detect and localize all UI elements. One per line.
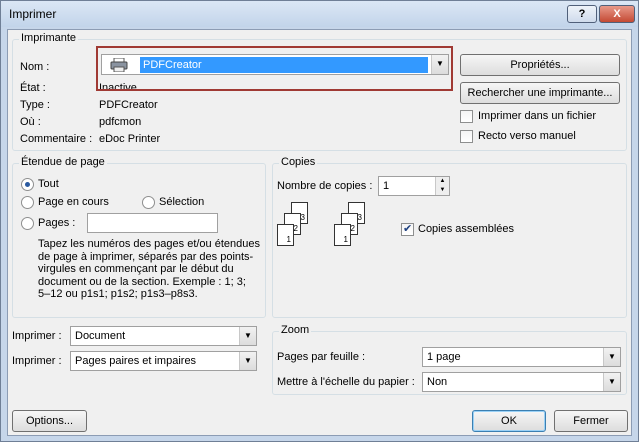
spin-down-icon[interactable]: ▼ bbox=[435, 186, 449, 195]
collate-checkbox[interactable] bbox=[401, 222, 414, 236]
print-dialog: Imprimer ? X Imprimante Nom : État : Ina… bbox=[0, 0, 639, 442]
print-pages-select[interactable]: Pages paires et impaires ▼ bbox=[70, 351, 257, 371]
pages-input[interactable] bbox=[87, 213, 218, 233]
window-title: Imprimer bbox=[9, 7, 57, 21]
printer-where-label: Où : bbox=[20, 116, 41, 128]
range-pages-label: Pages : bbox=[38, 217, 76, 229]
printer-group-label: Imprimante bbox=[19, 32, 79, 44]
page-range-hint: Tapez les numéros des pages et/ou étendu… bbox=[38, 238, 260, 300]
copies-count-label: Nombre de copies : bbox=[277, 180, 373, 192]
print-to-file-label: Imprimer dans un fichier bbox=[478, 110, 596, 122]
chevron-down-icon[interactable]: ▼ bbox=[603, 373, 620, 391]
page-range-group-label: Étendue de page bbox=[19, 156, 107, 168]
print-what-label: Imprimer : bbox=[12, 330, 62, 342]
close-button[interactable]: Fermer bbox=[554, 410, 628, 432]
copies-group-label: Copies bbox=[279, 156, 318, 168]
pages-per-sheet-select[interactable]: 1 page ▼ bbox=[422, 347, 621, 367]
title-bar[interactable]: Imprimer ? X bbox=[1, 1, 638, 27]
printer-select[interactable]: PDFCreator ▼ bbox=[101, 54, 449, 75]
range-all-radio[interactable] bbox=[21, 178, 34, 191]
page-icon-1: 1 bbox=[277, 224, 294, 246]
printer-where-value: pdfcmon bbox=[99, 116, 142, 128]
pages-per-sheet-label: Pages par feuille : bbox=[277, 351, 366, 363]
scale-to-paper-select[interactable]: Non ▼ bbox=[422, 372, 621, 392]
print-to-file-checkbox[interactable] bbox=[460, 110, 473, 123]
options-button[interactable]: Options... bbox=[12, 410, 87, 432]
chevron-down-icon[interactable]: ▼ bbox=[239, 352, 256, 370]
print-what-select[interactable]: Document ▼ bbox=[70, 326, 257, 346]
range-selection-radio[interactable] bbox=[142, 196, 155, 209]
range-current-label: Page en cours bbox=[38, 196, 109, 208]
printer-status-label: État : bbox=[20, 82, 46, 94]
zoom-group-label: Zoom bbox=[279, 324, 312, 336]
print-what-value: Document bbox=[75, 330, 126, 342]
range-pages-radio[interactable] bbox=[21, 217, 34, 230]
manual-duplex-label: Recto verso manuel bbox=[478, 130, 576, 142]
printer-type-label: Type : bbox=[20, 99, 50, 111]
chevron-down-icon[interactable]: ▼ bbox=[603, 348, 620, 366]
dialog-body: Imprimante Nom : État : Inactive Type : … bbox=[7, 29, 632, 436]
printer-type-value: PDFCreator bbox=[99, 99, 158, 111]
spin-up-icon[interactable]: ▲ bbox=[435, 177, 449, 186]
pages-per-sheet-value: 1 page bbox=[427, 351, 461, 363]
copies-spinner[interactable]: 1 ▲ ▼ bbox=[378, 176, 450, 196]
ok-button[interactable]: OK bbox=[472, 410, 546, 432]
print-pages-label: Imprimer : bbox=[12, 355, 62, 367]
close-window-button[interactable]: X bbox=[599, 5, 635, 23]
chevron-down-icon[interactable]: ▼ bbox=[431, 55, 448, 74]
scale-to-paper-label: Mettre à l'échelle du papier : bbox=[277, 376, 415, 388]
printer-comment-value: eDoc Printer bbox=[99, 133, 161, 145]
range-all-label: Tout bbox=[38, 178, 59, 190]
chevron-down-icon[interactable]: ▼ bbox=[239, 327, 256, 345]
range-current-radio[interactable] bbox=[21, 196, 34, 209]
copies-count-value: 1 bbox=[383, 180, 390, 192]
properties-button[interactable]: Propriétés... bbox=[460, 54, 620, 76]
page-icon-1b: 1 bbox=[334, 224, 351, 246]
printer-icon bbox=[110, 57, 128, 73]
print-pages-value: Pages paires et impaires bbox=[75, 355, 197, 367]
find-printer-button[interactable]: Rechercher une imprimante... bbox=[460, 82, 620, 104]
range-selection-label: Sélection bbox=[159, 196, 205, 208]
collate-label: Copies assemblées bbox=[418, 223, 514, 235]
manual-duplex-checkbox[interactable] bbox=[460, 130, 473, 143]
printer-comment-label: Commentaire : bbox=[20, 133, 93, 145]
printer-name-label: Nom : bbox=[20, 61, 50, 73]
printer-select-value: PDFCreator bbox=[140, 57, 428, 73]
help-button[interactable]: ? bbox=[567, 5, 597, 23]
scale-to-paper-value: Non bbox=[427, 376, 448, 388]
